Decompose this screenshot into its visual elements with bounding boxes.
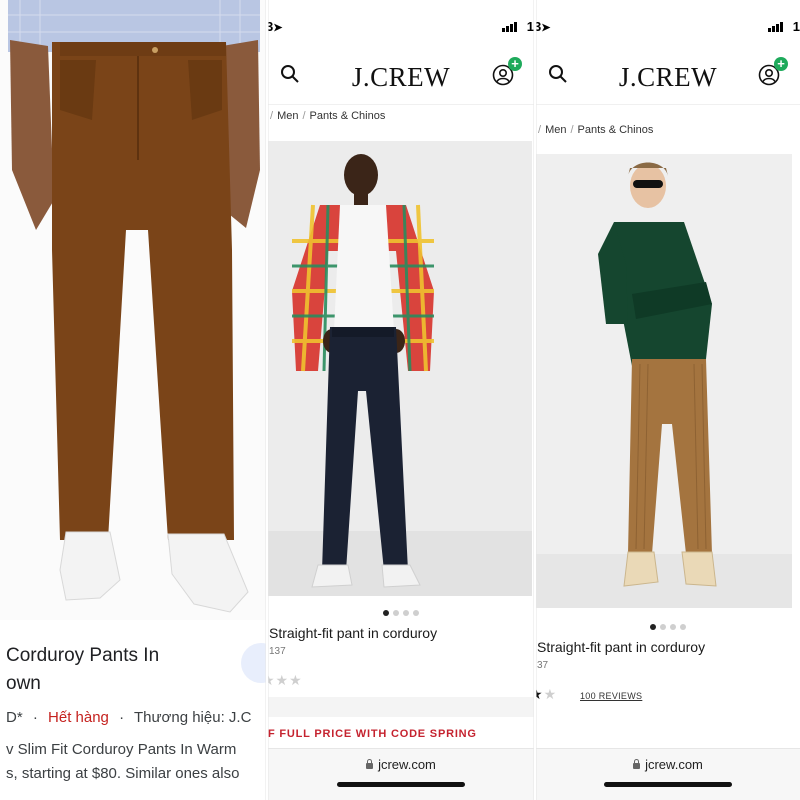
description-line1: v Slim Fit Corduroy Pants In Warm xyxy=(6,741,237,758)
carousel-dot[interactable] xyxy=(680,624,686,630)
home-indicator[interactable] xyxy=(604,782,732,787)
status-bar: 3➤ 1 xyxy=(536,19,800,36)
url-display[interactable]: jcrew.com xyxy=(536,757,800,772)
star-rating: ★★★ xyxy=(268,672,303,688)
review-count: 37 xyxy=(537,660,549,671)
description-line2: s, starting at $80. Similar ones also xyxy=(6,765,240,782)
meta-prefix: D* xyxy=(6,709,23,726)
lock-icon xyxy=(366,759,374,769)
breadcrumb-pants-chinos[interactable]: Pants & Chinos xyxy=(578,124,654,136)
breadcrumb-men[interactable]: Men xyxy=(545,124,566,136)
review-count: 137 xyxy=(269,646,286,657)
meta-separator: · xyxy=(32,709,38,726)
breadcrumb-separator: / xyxy=(538,124,542,136)
size-selector-placeholder xyxy=(268,697,534,717)
stock-status: Hết hàng xyxy=(48,709,109,726)
home-indicator[interactable] xyxy=(337,782,465,787)
location-arrow-icon: ➤ xyxy=(541,22,551,34)
breadcrumb-pants-chinos[interactable]: Pants & Chinos xyxy=(310,110,386,122)
breadcrumb-separator: / xyxy=(570,124,574,136)
carousel-dots[interactable] xyxy=(268,603,534,621)
jcrew-product-panel-brown: 3➤ 1 J.CREW + / Men / Pants & Chinos Str… xyxy=(536,0,800,800)
breadcrumb-separator: / xyxy=(302,110,306,122)
breadcrumb: / Men / Pants & Chinos xyxy=(536,124,653,136)
carousel-dot[interactable] xyxy=(393,610,399,616)
breadcrumb-men[interactable]: Men xyxy=(277,110,298,122)
browser-url-bar[interactable]: jcrew.com xyxy=(268,748,534,800)
brand-label: Thương hiệu: J.C xyxy=(133,709,252,726)
jcrew-product-panel-navy: 3➤ 1 J.CREW + / Men / Pants & Chinos Str… xyxy=(268,0,534,800)
carousel-dot[interactable] xyxy=(670,624,676,630)
product-title[interactable]: Straight-fit pant in corduroy xyxy=(537,639,705,655)
location-arrow-icon: ➤ xyxy=(273,22,283,34)
product-description: v Slim Fit Corduroy Pants In Warm s, sta… xyxy=(6,738,266,786)
plus-icon[interactable]: + xyxy=(508,57,522,71)
breadcrumb-separator: / xyxy=(270,110,274,122)
star-icon: ★ xyxy=(536,686,544,702)
breadcrumb: / Men / Pants & Chinos xyxy=(268,110,385,122)
url-text: jcrew.com xyxy=(378,757,436,772)
promo-banner[interactable]: F FULL PRICE WITH CODE SPRING xyxy=(268,728,534,740)
url-text: jcrew.com xyxy=(645,757,703,772)
browser-url-bar[interactable]: jcrew.com xyxy=(536,748,800,800)
star-icon: ★ xyxy=(543,686,558,702)
panel-divider xyxy=(266,0,268,800)
carousel-dot[interactable] xyxy=(403,610,409,616)
signal-icon xyxy=(768,22,783,32)
status-time-fragment: 3➤ xyxy=(536,19,551,34)
google-product-panel: Corduroy Pants In own D* · Hết hàng · Th… xyxy=(0,0,266,800)
product-title-line1: Corduroy Pants In xyxy=(6,645,160,666)
battery-fragment: 1 xyxy=(526,19,534,34)
product-image-brown-corduroy[interactable] xyxy=(0,0,266,620)
lock-icon xyxy=(633,759,641,769)
signal-icon xyxy=(502,22,517,32)
status-time-fragment: 3➤ xyxy=(268,19,283,34)
product-title[interactable]: Corduroy Pants In own xyxy=(6,642,246,698)
carousel-dot[interactable] xyxy=(413,610,419,616)
site-header: J.CREW + xyxy=(268,44,534,105)
reviews-link[interactable]: 100 REVIEWS xyxy=(580,691,642,701)
url-display[interactable]: jcrew.com xyxy=(268,757,534,772)
carousel-dot[interactable] xyxy=(383,610,389,616)
status-bar: 3➤ 1 xyxy=(268,19,534,36)
product-image-navy-corduroy[interactable] xyxy=(268,141,532,596)
site-header: J.CREW + xyxy=(536,44,800,105)
star-rating: ★★ xyxy=(536,686,557,703)
battery-fragment: 1 xyxy=(792,19,800,34)
meta-separator-2: · xyxy=(119,709,125,726)
product-meta: D* · Hết hàng · Thương hiệu: J.C xyxy=(6,709,251,726)
plus-icon[interactable]: + xyxy=(774,57,788,71)
product-image-brown-corduroy-model[interactable] xyxy=(536,154,792,608)
panel-divider xyxy=(534,0,536,800)
carousel-dot[interactable] xyxy=(660,624,666,630)
product-title-line2: own xyxy=(6,673,41,694)
carousel-dot[interactable] xyxy=(650,624,656,630)
carousel-dots[interactable] xyxy=(536,617,800,635)
product-title[interactable]: Straight-fit pant in corduroy xyxy=(269,625,437,641)
